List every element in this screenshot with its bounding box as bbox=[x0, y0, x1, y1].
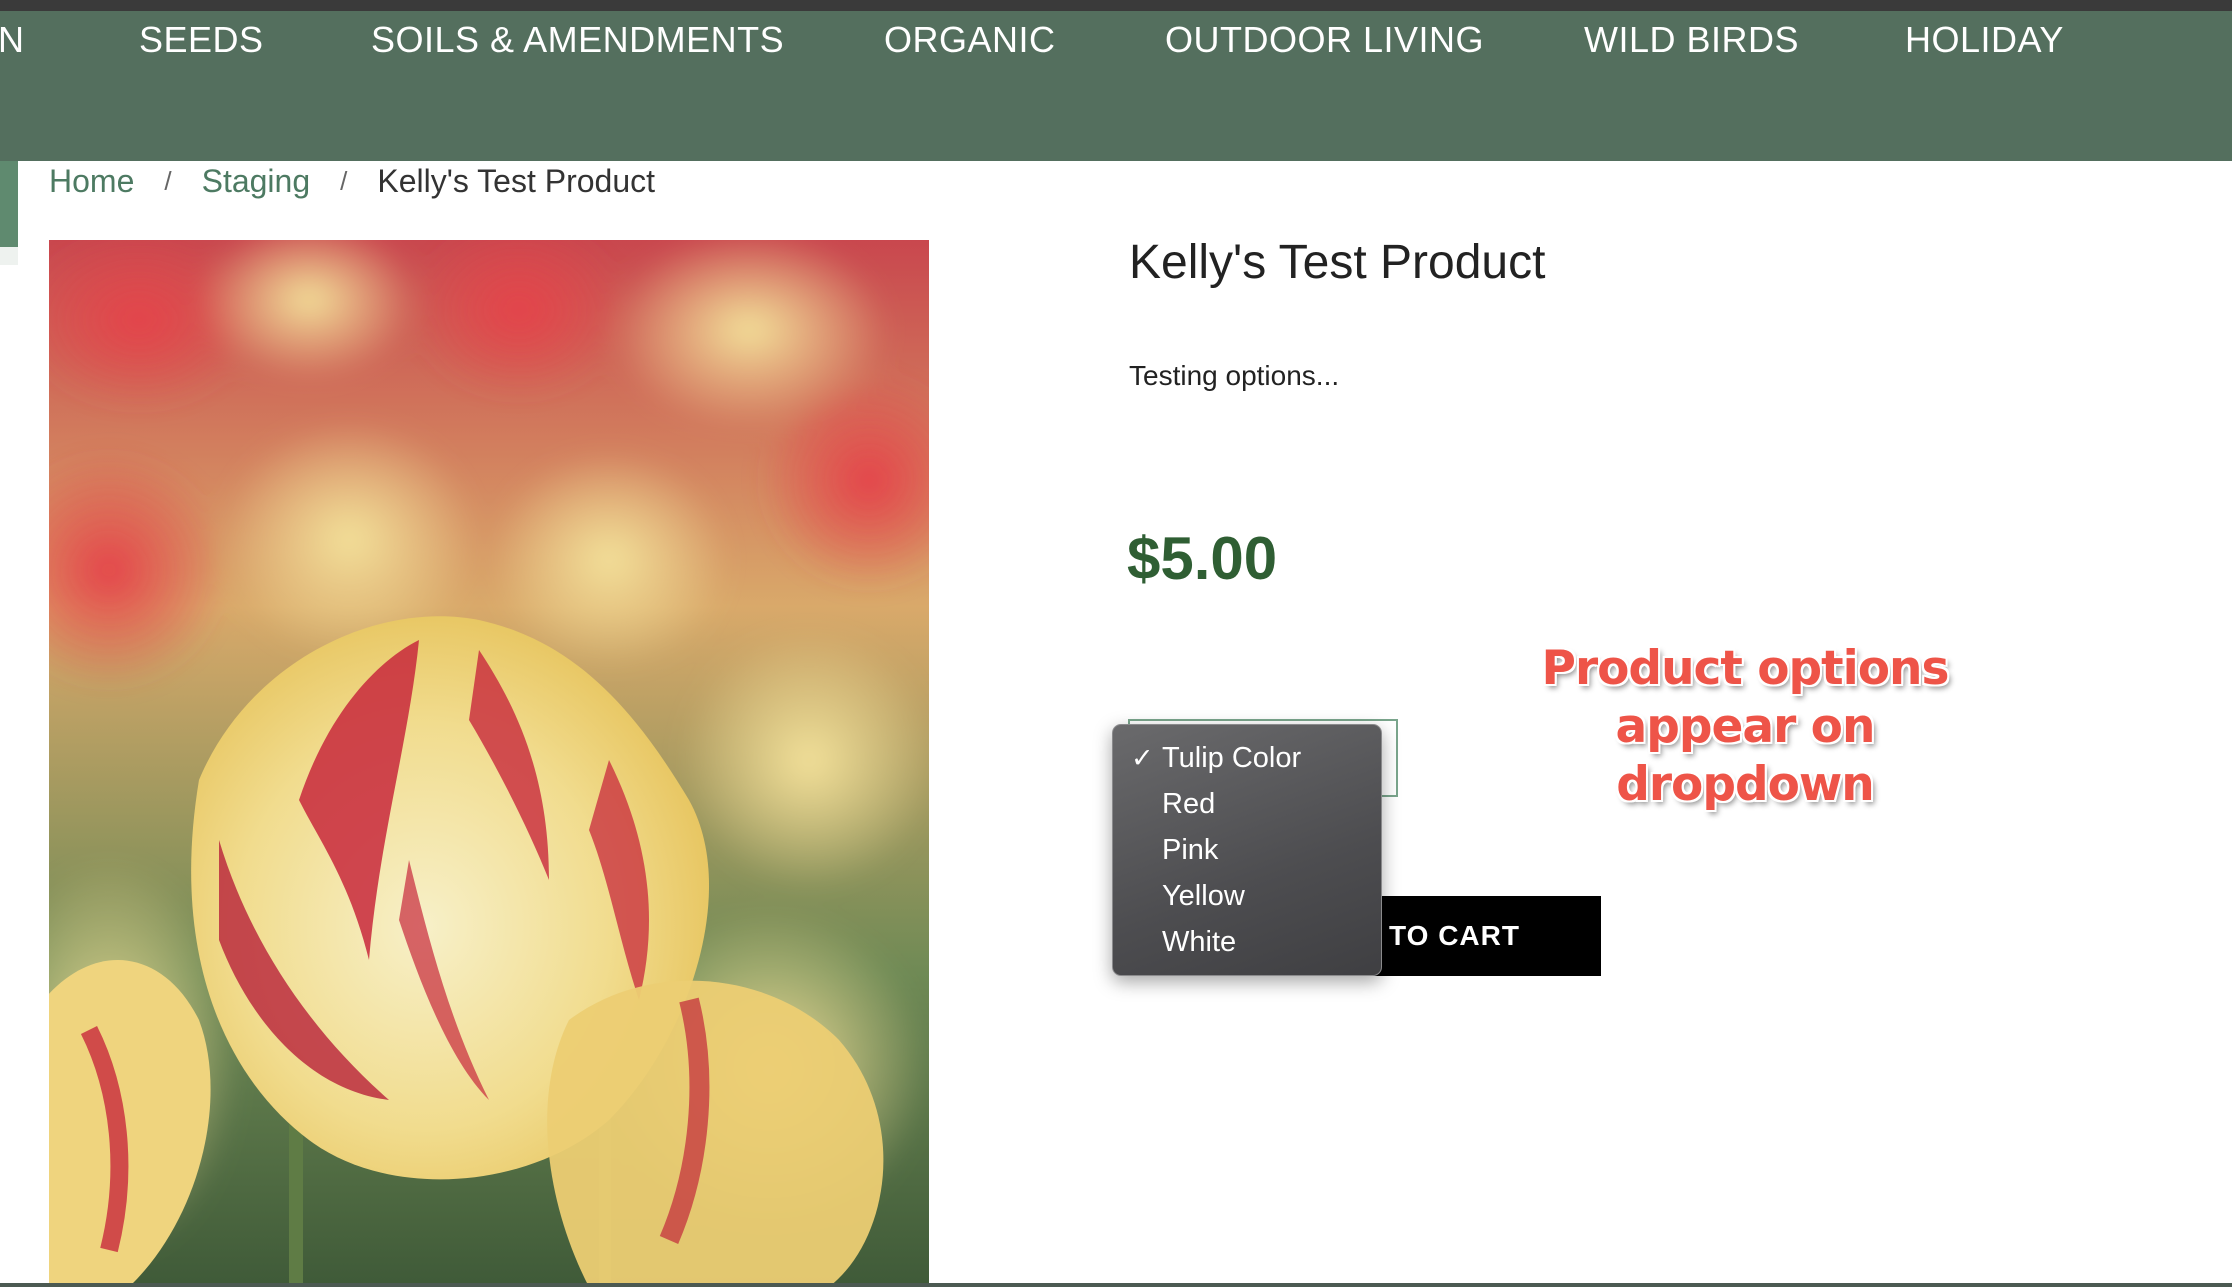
add-to-cart-label: D TO CART bbox=[1359, 920, 1520, 951]
main-nav: N SEEDS SOILS & AMENDMENTS ORGANIC OUTDO… bbox=[0, 11, 2232, 161]
dropdown-option-label: Yellow bbox=[1162, 880, 1245, 912]
dropdown-option-label: Pink bbox=[1162, 834, 1219, 866]
tulip-photo-icon bbox=[49, 240, 929, 1287]
product-image[interactable] bbox=[49, 240, 929, 1287]
breadcrumb-separator: / bbox=[340, 166, 348, 196]
left-accent-bar bbox=[0, 161, 18, 247]
annotation-callout: Product options appear on dropdown bbox=[1500, 640, 1990, 814]
annotation-line-2: appear on dropdown bbox=[1615, 699, 1876, 812]
annotation-line-1: Product options bbox=[1541, 641, 1950, 696]
dropdown-option-label: Red bbox=[1162, 788, 1216, 820]
breadcrumb-separator: / bbox=[164, 166, 172, 196]
dropdown-option-yellow[interactable]: Yellow bbox=[1113, 873, 1381, 919]
dropdown-option-pink[interactable]: Pink bbox=[1113, 827, 1381, 873]
dropdown-option-red[interactable]: Red bbox=[1113, 781, 1381, 827]
dropdown-option-white[interactable]: White bbox=[1113, 919, 1381, 965]
dropdown-option-tulip-color[interactable]: ✓ Tulip Color bbox=[1113, 735, 1381, 781]
bottom-border bbox=[0, 1283, 2232, 1287]
product-title: Kelly's Test Product bbox=[1129, 236, 1546, 289]
nav-item-holiday[interactable]: HOLIDAY bbox=[1905, 19, 2064, 61]
dropdown-option-label: Tulip Color bbox=[1162, 742, 1302, 774]
dropdown-option-label: White bbox=[1162, 926, 1237, 958]
top-strip bbox=[0, 0, 2232, 11]
color-options-dropdown: ✓ Tulip Color Red Pink Yellow White bbox=[1112, 724, 1382, 976]
nav-item-soils-amendments[interactable]: SOILS & AMENDMENTS bbox=[371, 19, 784, 61]
breadcrumb-home-link[interactable]: Home bbox=[49, 163, 134, 200]
breadcrumb-current: Kelly's Test Product bbox=[377, 163, 655, 199]
breadcrumb-staging-link[interactable]: Staging bbox=[202, 163, 311, 200]
product-description: Testing options... bbox=[1129, 360, 1340, 391]
checkmark-icon: ✓ bbox=[1131, 743, 1154, 773]
breadcrumb: Home / Staging / Kelly's Test Product bbox=[49, 163, 655, 200]
left-accent-tab bbox=[0, 247, 18, 265]
nav-item-outdoor-living[interactable]: OUTDOOR LIVING bbox=[1165, 19, 1484, 61]
nav-item-wild-birds[interactable]: WILD BIRDS bbox=[1584, 19, 1799, 61]
nav-item-partial[interactable]: N bbox=[0, 19, 25, 61]
nav-item-organic[interactable]: ORGANIC bbox=[884, 19, 1056, 61]
product-price: $5.00 bbox=[1127, 525, 1278, 592]
nav-item-seeds[interactable]: SEEDS bbox=[139, 19, 264, 61]
